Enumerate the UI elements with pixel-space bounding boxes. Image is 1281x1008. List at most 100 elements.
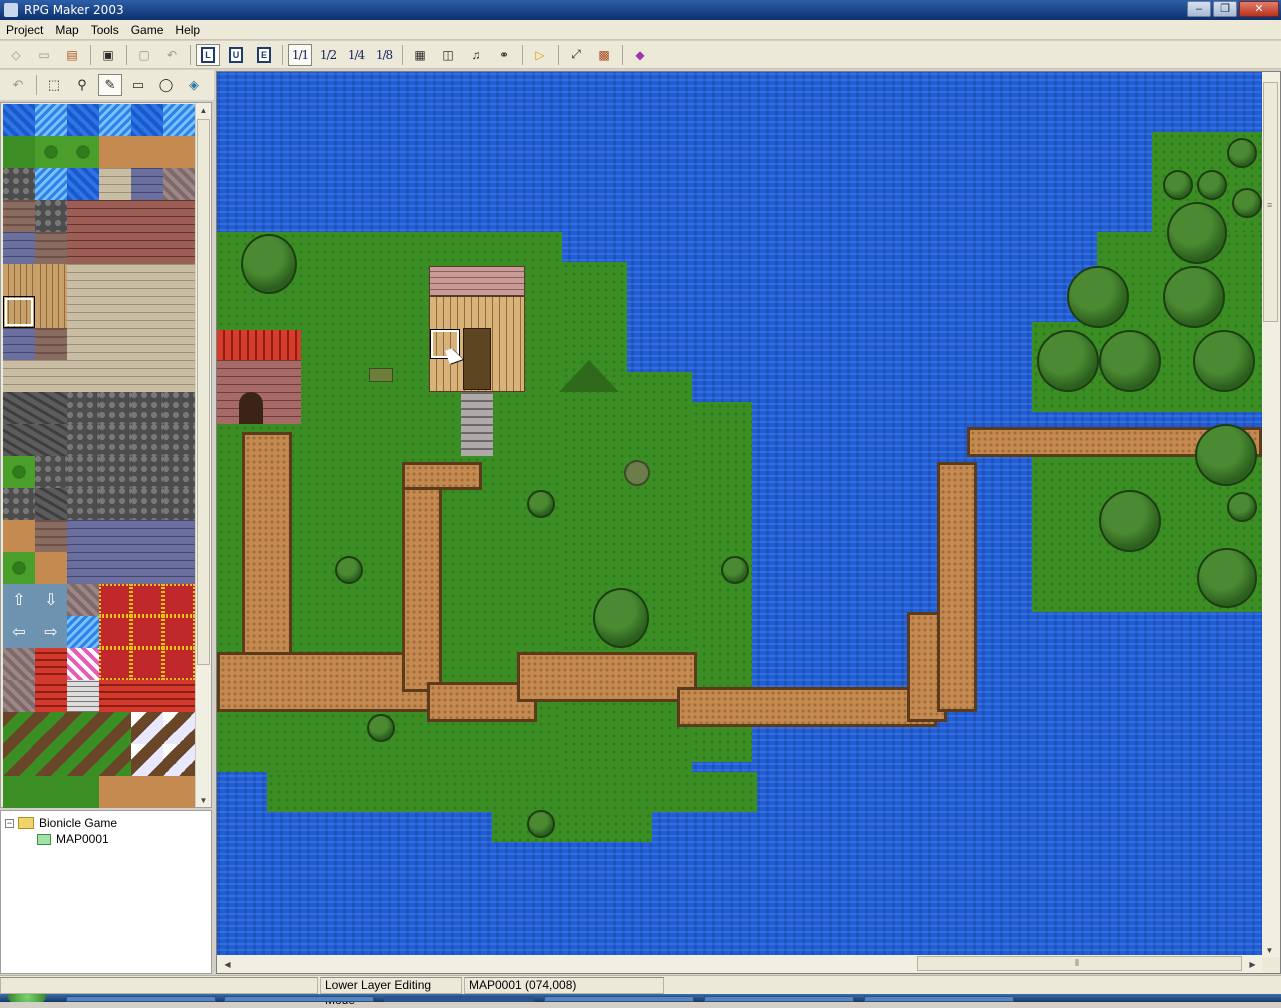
tile[interactable]: [131, 424, 163, 456]
tile[interactable]: [67, 424, 99, 456]
taskbar-button[interactable]: [704, 996, 854, 1002]
lower-layer-icon[interactable]: L: [196, 43, 220, 66]
new-project-icon[interactable]: ◇: [4, 44, 28, 66]
tile[interactable]: [35, 456, 67, 488]
pencil-icon[interactable]: ✎: [98, 74, 122, 96]
tile[interactable]: [67, 200, 99, 232]
tile[interactable]: [3, 264, 35, 296]
tile[interactable]: [35, 104, 67, 136]
tile[interactable]: [67, 168, 99, 200]
tile[interactable]: [163, 392, 195, 424]
upper-layer-icon[interactable]: U: [224, 44, 248, 66]
tile[interactable]: [35, 744, 67, 776]
tile[interactable]: [35, 776, 67, 808]
scroll-down-icon[interactable]: ▼: [196, 793, 211, 807]
tile[interactable]: [163, 232, 195, 264]
tile[interactable]: [99, 584, 131, 616]
tile[interactable]: [163, 520, 195, 552]
tile[interactable]: [99, 744, 131, 776]
arrow-right-tile[interactable]: ⇨: [35, 616, 67, 648]
tile[interactable]: [163, 648, 195, 680]
revert-icon[interactable]: ▢: [132, 44, 156, 66]
resource-manager-icon[interactable]: ◫: [436, 44, 460, 66]
map-vertical-scrollbar[interactable]: ≡ ▼: [1262, 72, 1280, 957]
tile[interactable]: [67, 328, 99, 360]
tile[interactable]: [131, 680, 163, 712]
tile[interactable]: [35, 200, 67, 232]
minimize-button[interactable]: –: [1187, 1, 1211, 17]
tile[interactable]: [163, 264, 195, 296]
tile[interactable]: [99, 328, 131, 360]
tile[interactable]: [131, 168, 163, 200]
tile[interactable]: [131, 648, 163, 680]
tile[interactable]: [3, 232, 35, 264]
zoom-1-1-button[interactable]: 1/1: [288, 43, 312, 66]
tile[interactable]: [131, 200, 163, 232]
tile[interactable]: [35, 136, 67, 168]
menu-map[interactable]: Map: [49, 23, 84, 37]
tile[interactable]: [67, 584, 99, 616]
tile[interactable]: [3, 456, 35, 488]
arrow-left-tile[interactable]: ⇦: [3, 616, 35, 648]
circle-icon[interactable]: ◯: [154, 74, 178, 96]
undo-icon[interactable]: ↶: [160, 44, 184, 66]
taskbar-button-active[interactable]: [384, 996, 534, 1002]
tile[interactable]: [163, 456, 195, 488]
tile[interactable]: [35, 424, 67, 456]
search-icon[interactable]: ⚭: [492, 44, 516, 66]
tile[interactable]: [3, 712, 35, 744]
tile[interactable]: [99, 136, 131, 168]
play-icon[interactable]: ▷: [528, 44, 552, 66]
tile[interactable]: [131, 584, 163, 616]
tile[interactable]: [67, 136, 99, 168]
menu-help[interactable]: Help: [169, 23, 206, 37]
tile[interactable]: [131, 712, 163, 744]
tile[interactable]: [3, 136, 35, 168]
tile[interactable]: [131, 328, 163, 360]
title-screen-icon[interactable]: ▩: [592, 44, 616, 66]
tile[interactable]: [163, 552, 195, 584]
tile[interactable]: [163, 616, 195, 648]
zoom-1-8-button[interactable]: 1/8: [372, 44, 396, 66]
tile[interactable]: [35, 360, 67, 392]
tile[interactable]: [99, 264, 131, 296]
save-icon[interactable]: ▣: [96, 44, 120, 66]
tile[interactable]: [131, 616, 163, 648]
tree-item-map[interactable]: MAP0001: [5, 831, 207, 847]
tile[interactable]: [35, 488, 67, 520]
tile[interactable]: [163, 744, 195, 776]
tile[interactable]: [99, 232, 131, 264]
tile[interactable]: [163, 104, 195, 136]
tile[interactable]: [163, 168, 195, 200]
tile[interactable]: [67, 360, 99, 392]
tile[interactable]: [3, 648, 35, 680]
tile[interactable]: [67, 232, 99, 264]
scroll-up-icon[interactable]: ▲: [196, 103, 211, 117]
tile[interactable]: [99, 200, 131, 232]
tile[interactable]: [99, 616, 131, 648]
collapse-icon[interactable]: −: [5, 818, 14, 828]
map-hscroll-thumb[interactable]: [917, 956, 1242, 971]
tile[interactable]: [3, 520, 35, 552]
tile[interactable]: [67, 456, 99, 488]
tile[interactable]: [3, 424, 35, 456]
tile[interactable]: [131, 136, 163, 168]
tile[interactable]: [163, 200, 195, 232]
tile[interactable]: [163, 424, 195, 456]
tile[interactable]: [99, 712, 131, 744]
tile[interactable]: [35, 392, 67, 424]
tile[interactable]: [163, 584, 195, 616]
tile[interactable]: [99, 552, 131, 584]
open-project-icon[interactable]: ▭: [32, 44, 56, 66]
tile[interactable]: [35, 520, 67, 552]
tile[interactable]: [163, 776, 195, 808]
maximize-button[interactable]: ❐: [1213, 1, 1237, 17]
tile[interactable]: [163, 296, 195, 328]
tile[interactable]: [163, 328, 195, 360]
tile[interactable]: [131, 360, 163, 392]
zoom-1-4-button[interactable]: 1/4: [344, 44, 368, 66]
tile[interactable]: [3, 200, 35, 232]
menu-game[interactable]: Game: [125, 23, 170, 37]
arrow-up-tile[interactable]: ⇧: [3, 584, 35, 616]
tile[interactable]: [99, 392, 131, 424]
